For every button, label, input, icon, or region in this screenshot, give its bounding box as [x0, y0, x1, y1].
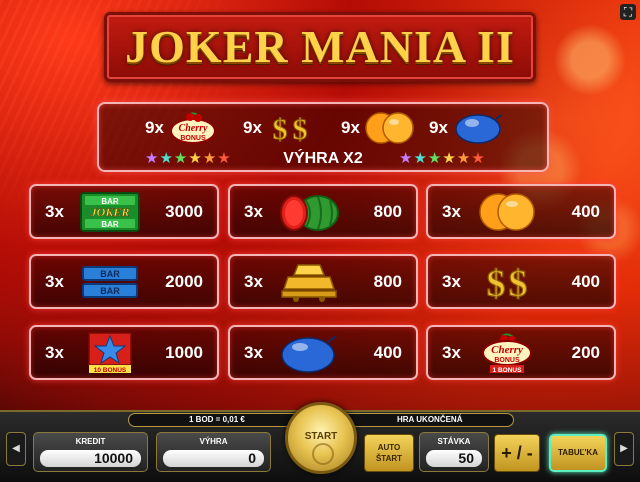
- win-label: VÝHRA: [199, 437, 228, 446]
- rate-label: 1 BOD = 0,01 €: [189, 415, 245, 424]
- svg-text:Cherry: Cherry: [178, 123, 207, 134]
- paytable-tile-dollar: 3x $ $ 400: [426, 254, 616, 309]
- speaker-icon[interactable]: ◀: [6, 432, 26, 466]
- paytable-tile-plum: 3x 400: [228, 325, 418, 380]
- paytable-tile-double-bar: 3x BAR BAR 2000: [29, 254, 219, 309]
- menu-icon[interactable]: ▶: [614, 432, 634, 466]
- bonus-item-orange: 9x: [341, 110, 416, 146]
- tile-payout: 2000: [165, 272, 203, 291]
- bet-label: STÁVKA: [437, 437, 471, 446]
- tile-payout: 3000: [165, 202, 203, 221]
- tile-payout: 400: [571, 202, 600, 221]
- svg-text:$: $: [487, 263, 506, 303]
- svg-text:BONUS: BONUS: [180, 135, 206, 142]
- tile-count: 3x: [45, 202, 64, 221]
- svg-text:JOKER: JOKER: [90, 205, 130, 219]
- bonus-count: 9x: [429, 118, 448, 137]
- bet-field: STÁVKA 50: [419, 432, 489, 472]
- orange-icon: [365, 112, 414, 144]
- tile-payout: 800: [373, 202, 402, 221]
- star-icon: ★: [471, 150, 485, 167]
- tile-payout: 800: [373, 272, 402, 291]
- orange-icon: [479, 193, 535, 231]
- tile-count: 3x: [45, 343, 64, 362]
- star-icon: ★: [427, 150, 442, 167]
- fullscreen-icon[interactable]: ⛶: [620, 4, 636, 20]
- svg-text:BAR: BAR: [100, 286, 120, 296]
- tile-payout: 400: [571, 272, 600, 291]
- paytable-tile-joker-bar: 3x BAR JOKER BAR 3000: [29, 184, 219, 239]
- star-bonus-icon: 10 BONUS: [88, 332, 132, 374]
- game-logo: JOKER MANIA II: [104, 12, 536, 82]
- star-icon: ★: [399, 150, 413, 167]
- bonus-panel: 9x Cherry BONUS 9x $ $ 9x 9x ★ ★ ★ ★ ★ ★…: [97, 102, 549, 172]
- bet-value: 50: [426, 450, 482, 467]
- start-label: START: [304, 431, 338, 442]
- svg-text:10 BONUS: 10 BONUS: [94, 367, 127, 374]
- paytable-tile-watermelon: 3x 800: [228, 184, 418, 239]
- tile-count: 3x: [442, 202, 461, 221]
- tile-count: 3x: [45, 272, 64, 291]
- dollar-icon: $ $: [272, 113, 308, 146]
- bonus-count: 9x: [243, 118, 262, 137]
- bonus-item-dollar: 9x $ $: [243, 110, 316, 146]
- bonus-count: 9x: [145, 118, 164, 137]
- plum-icon: [281, 335, 337, 373]
- credit-label: KREDIT: [75, 437, 106, 446]
- svg-text:Cherry: Cherry: [491, 344, 523, 356]
- gold-bars-icon: [281, 264, 337, 302]
- auto-start-line2: ŠTART: [375, 454, 403, 463]
- start-button[interactable]: START: [285, 402, 357, 474]
- game-title: JOKER MANIA II: [125, 21, 515, 72]
- paytable-button[interactable]: TABUĽ'KA: [549, 434, 607, 472]
- svg-text:$: $: [272, 113, 287, 145]
- star-icon: ★: [413, 150, 427, 167]
- credit-field: KREDIT 10000: [33, 432, 148, 472]
- cherry-bonus-icon: Cherry BONUS: [169, 112, 216, 144]
- bet-plus-minus-button[interactable]: + / -: [494, 434, 540, 472]
- paytable-tile-gold-bars: 3x 800: [228, 254, 418, 309]
- tile-count: 3x: [442, 272, 461, 291]
- win-value: 0: [163, 450, 264, 467]
- auto-start-button[interactable]: AUTO ŠTART: [364, 434, 414, 472]
- svg-text:BAR: BAR: [100, 269, 120, 279]
- dollar-icon: $ $: [486, 262, 528, 303]
- tile-count: 3x: [244, 272, 263, 291]
- joker-bar-icon: BAR JOKER BAR: [80, 192, 140, 232]
- tile-payout: 200: [571, 343, 600, 362]
- tile-payout: 400: [373, 343, 402, 362]
- bonus-count: 9x: [341, 118, 360, 137]
- svg-text:$: $: [509, 263, 528, 303]
- credit-value: 10000: [40, 450, 141, 467]
- star-icon: ★: [456, 150, 471, 167]
- svg-text:BAR: BAR: [101, 220, 119, 229]
- paytable-tile-orange: 3x 400: [426, 184, 616, 239]
- cherry-bonus-icon: Cherry BONUS 1 BONUS: [482, 333, 532, 374]
- paytable-tile-star: 3x 10 BONUS 1000: [29, 325, 219, 380]
- star-icon: ★: [442, 150, 456, 167]
- svg-text:BONUS: BONUS: [494, 357, 520, 364]
- paytable-tile-cherry-bonus: 3x Cherry BONUS 1 BONUS 200: [426, 325, 616, 380]
- tile-count: 3x: [244, 202, 263, 221]
- game-status: HRA UKONČENÁ: [397, 415, 463, 424]
- double-bar-icon: BAR BAR: [82, 266, 138, 298]
- win-field: VÝHRA 0: [156, 432, 271, 472]
- plum-icon: [455, 114, 502, 144]
- tile-payout: 1000: [165, 343, 203, 362]
- bonus-item-plum: 9x: [429, 110, 504, 146]
- auto-start-line1: AUTO: [377, 443, 401, 452]
- watermelon-icon: [280, 195, 339, 231]
- bonus-stars-right: ★ ★ ★ ★ ★ ★: [399, 150, 486, 168]
- tile-count: 3x: [442, 343, 461, 362]
- svg-text:$: $: [292, 113, 307, 145]
- tile-count: 3x: [244, 343, 263, 362]
- svg-text:1 BONUS: 1 BONUS: [493, 367, 523, 374]
- spin-arrows-icon: [312, 443, 334, 465]
- bonus-item-cherry: 9x Cherry BONUS: [145, 110, 218, 146]
